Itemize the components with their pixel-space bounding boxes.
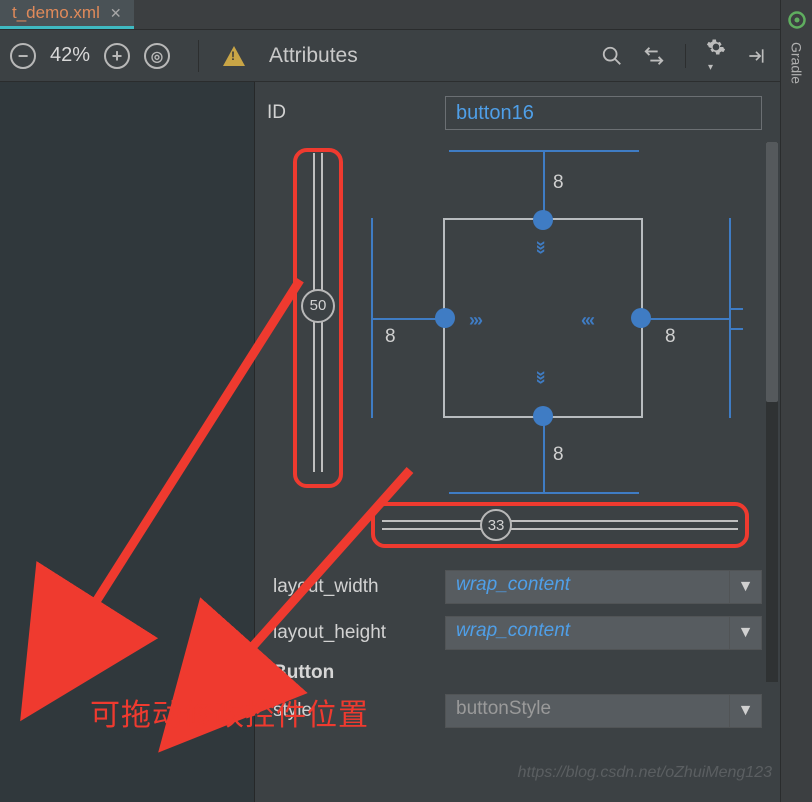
anchor-right <box>729 218 731 418</box>
horizontal-bias-slider[interactable]: 33 <box>371 502 749 548</box>
layout-width-select[interactable]: wrap_content ▼ <box>445 570 762 604</box>
editor-column: t_demo.xml ✕ − 42% + ◎ Attributes <box>0 0 780 802</box>
close-icon[interactable]: ✕ <box>110 5 122 22</box>
margin-right[interactable]: 8 <box>665 326 676 348</box>
separator <box>198 40 199 72</box>
link-right[interactable] <box>645 318 729 320</box>
zoom-fit-button[interactable]: ◎ <box>144 43 170 69</box>
layout-height-value: wrap_content <box>445 616 730 650</box>
spring-icon: ››› <box>469 310 481 331</box>
layout-height-label: layout_height <box>267 622 427 644</box>
swap-icon[interactable] <box>643 45 665 67</box>
collapse-icon[interactable] <box>746 46 766 66</box>
handle-left[interactable] <box>435 308 455 328</box>
chevron-down-icon[interactable]: ▼ <box>730 694 762 728</box>
separator <box>685 44 686 68</box>
margin-top[interactable]: 8 <box>553 172 564 194</box>
spring-icon: ››› <box>530 371 551 383</box>
handle-top[interactable] <box>533 210 553 230</box>
constraint-box[interactable]: ››› ››› ››› ‹‹‹ <box>443 218 643 418</box>
right-tool-rail: Gradle <box>780 0 812 802</box>
gradle-tab[interactable]: Gradle <box>789 42 805 84</box>
style-value: buttonStyle <box>445 694 730 728</box>
gradle-icon[interactable] <box>787 10 807 30</box>
margin-left[interactable]: 8 <box>385 326 396 348</box>
handle-bottom[interactable] <box>533 406 553 426</box>
section-button: Button <box>273 662 762 684</box>
attributes-header: Attributes ▾ <box>255 30 780 82</box>
scrollbar[interactable] <box>766 142 778 682</box>
margin-bottom[interactable]: 8 <box>553 444 564 466</box>
layout-width-value: wrap_content <box>445 570 730 604</box>
gear-icon[interactable]: ▾ <box>706 37 726 75</box>
layout-height-select[interactable]: wrap_content ▼ <box>445 616 762 650</box>
zoom-level: 42% <box>50 44 90 67</box>
file-tab-label: t_demo.xml <box>12 3 100 23</box>
vertical-bias-slider[interactable]: 50 <box>293 148 343 488</box>
layout-width-label: layout_width <box>267 576 427 598</box>
style-select[interactable]: buttonStyle ▼ <box>445 694 762 728</box>
annotation-text: 可拖动修改控件位置 <box>90 690 369 734</box>
spring-icon: ››› <box>530 241 551 253</box>
layout-width-row: layout_width wrap_content ▼ <box>267 570 762 604</box>
link-bottom[interactable] <box>543 420 545 492</box>
hbias-knob[interactable]: 33 <box>480 509 512 541</box>
chevron-down-icon[interactable]: ▼ <box>730 616 762 650</box>
attributes-title: Attributes <box>269 44 358 68</box>
id-label: ID <box>267 102 427 124</box>
root: t_demo.xml ✕ − 42% + ◎ Attributes <box>0 0 812 802</box>
chevron-down-icon[interactable]: ▼ <box>730 570 762 604</box>
search-icon[interactable] <box>601 45 623 67</box>
tab-bar: t_demo.xml ✕ <box>0 0 780 30</box>
handle-right[interactable] <box>631 308 651 328</box>
cap <box>729 328 743 330</box>
link-left[interactable] <box>373 318 443 320</box>
warning-icon[interactable] <box>223 46 245 66</box>
toolbar-left: − 42% + ◎ <box>0 40 245 72</box>
vbias-knob[interactable]: 50 <box>301 289 335 323</box>
layout-height-row: layout_height wrap_content ▼ <box>267 616 762 650</box>
constraint-editor[interactable]: 8 8 8 8 ››› ››› ››› ‹‹‹ <box>267 142 762 552</box>
id-input[interactable] <box>445 96 762 130</box>
scrollbar-thumb[interactable] <box>766 142 778 402</box>
link-top[interactable] <box>543 150 545 218</box>
file-tab[interactable]: t_demo.xml ✕ <box>0 0 134 29</box>
id-row: ID <box>267 96 762 130</box>
zoom-out-button[interactable]: − <box>10 43 36 69</box>
anchor-bottom <box>449 492 639 494</box>
attributes-actions: ▾ <box>601 37 766 75</box>
cap <box>729 308 743 310</box>
spring-icon: ‹‹‹ <box>581 310 593 331</box>
zoom-in-button[interactable]: + <box>104 43 130 69</box>
